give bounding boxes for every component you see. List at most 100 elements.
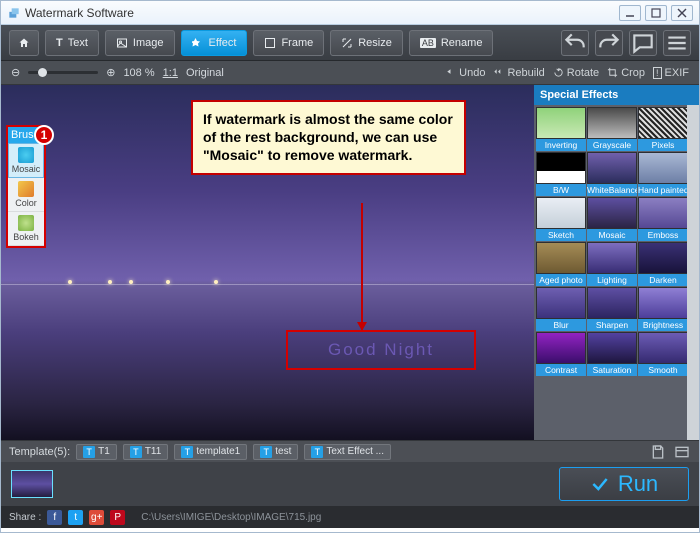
maximize-button[interactable] bbox=[645, 5, 667, 21]
effect-darken[interactable]: Darken bbox=[638, 242, 687, 286]
template-chip[interactable]: Ttest bbox=[253, 444, 298, 460]
effect-mosaic[interactable]: Mosaic bbox=[587, 197, 637, 241]
close-button[interactable] bbox=[671, 5, 693, 21]
effect-whitebalance[interactable]: WhiteBalance bbox=[587, 152, 637, 196]
exif-button[interactable]: !EXIF bbox=[653, 67, 689, 79]
minimize-button[interactable] bbox=[619, 5, 641, 21]
rebuild-button[interactable]: Rebuild bbox=[493, 67, 544, 79]
feedback-button[interactable] bbox=[629, 30, 657, 56]
window-title: Watermark Software bbox=[25, 6, 134, 20]
effect-thumb bbox=[587, 197, 637, 229]
menu-button[interactable] bbox=[663, 30, 691, 56]
effect-thumb bbox=[587, 242, 637, 274]
share-label: Share : bbox=[9, 512, 41, 523]
effect-label: Aged photo bbox=[536, 274, 586, 286]
effect-thumb bbox=[638, 332, 687, 364]
effect-label: Darken bbox=[638, 274, 687, 286]
brush-panel-header: Brus 1 bbox=[8, 127, 44, 143]
effect-sketch[interactable]: Sketch bbox=[536, 197, 586, 241]
effect-label: Brightness bbox=[638, 319, 687, 331]
effect-label: Emboss bbox=[638, 229, 687, 241]
home-button[interactable] bbox=[9, 30, 39, 56]
zoom-ratio[interactable]: 1:1 bbox=[163, 67, 178, 79]
effect-tab[interactable]: Effect bbox=[181, 30, 248, 56]
annotation-arrow bbox=[361, 203, 363, 330]
effects-scrollbar[interactable] bbox=[687, 105, 699, 440]
template-label: Template(5): bbox=[9, 446, 70, 458]
zoom-original[interactable]: Original bbox=[186, 67, 224, 79]
history-undo-button[interactable] bbox=[561, 30, 589, 56]
frame-tab[interactable]: Frame bbox=[253, 30, 324, 56]
brush-panel: Brus 1 Mosaic Color Bokeh bbox=[6, 125, 46, 248]
effect-smooth[interactable]: Smooth bbox=[638, 332, 687, 376]
rotate-button[interactable]: Rotate bbox=[553, 67, 599, 79]
zoom-slider[interactable] bbox=[28, 71, 98, 74]
history-redo-button[interactable] bbox=[595, 30, 623, 56]
effect-label: Sketch bbox=[536, 229, 586, 241]
effect-label: Hand painted bbox=[638, 184, 687, 196]
effect-emboss[interactable]: Emboss bbox=[638, 197, 687, 241]
brush-bokeh-button[interactable]: Bokeh bbox=[8, 212, 44, 246]
effect-label: Inverting bbox=[536, 139, 586, 151]
window-titlebar: Watermark Software bbox=[1, 1, 699, 25]
effect-thumb bbox=[587, 287, 637, 319]
canvas[interactable]: Good Night If watermark is almost the sa… bbox=[1, 85, 534, 440]
resize-tab[interactable]: Resize bbox=[330, 30, 403, 56]
effect-grayscale[interactable]: Grayscale bbox=[587, 107, 637, 151]
effect-thumb bbox=[536, 287, 586, 319]
googleplus-icon[interactable]: g+ bbox=[89, 510, 104, 525]
zoom-in-icon[interactable]: ⊕ bbox=[106, 66, 115, 79]
file-path: C:\Users\IMIGE\Desktop\IMAGE\715.jpg bbox=[141, 512, 321, 523]
effect-pixels[interactable]: Pixels bbox=[638, 107, 687, 151]
share-bar: Share : f t g+ P C:\Users\IMIGE\Desktop\… bbox=[1, 506, 699, 528]
twitter-icon[interactable]: t bbox=[68, 510, 83, 525]
pinterest-icon[interactable]: P bbox=[110, 510, 125, 525]
template-chip[interactable]: TT1 bbox=[76, 444, 117, 460]
effect-label: Contrast bbox=[536, 364, 586, 376]
effect-brightness[interactable]: Brightness bbox=[638, 287, 687, 331]
effect-saturation[interactable]: Saturation bbox=[587, 332, 637, 376]
effect-thumb bbox=[536, 107, 586, 139]
manage-template-icon[interactable] bbox=[673, 444, 691, 460]
run-strip: Run bbox=[1, 462, 699, 506]
zoom-percent: 108 % bbox=[123, 67, 154, 79]
rename-tab[interactable]: ABRename bbox=[409, 30, 494, 56]
effect-thumb bbox=[638, 197, 687, 229]
effect-b/w[interactable]: B/W bbox=[536, 152, 586, 196]
effect-thumb bbox=[587, 152, 637, 184]
effect-thumb bbox=[638, 107, 687, 139]
effect-hand-painted[interactable]: Hand painted bbox=[638, 152, 687, 196]
effect-thumb bbox=[638, 152, 687, 184]
template-chip[interactable]: TT11 bbox=[123, 444, 169, 460]
effect-blur[interactable]: Blur bbox=[536, 287, 586, 331]
template-chip[interactable]: Ttemplate1 bbox=[174, 444, 247, 460]
effect-sharpen[interactable]: Sharpen bbox=[587, 287, 637, 331]
text-tab[interactable]: TText bbox=[45, 30, 99, 56]
template-icon: T bbox=[83, 446, 95, 458]
effect-label: Mosaic bbox=[587, 229, 637, 241]
effect-thumb bbox=[587, 107, 637, 139]
image-tab[interactable]: Image bbox=[105, 30, 175, 56]
undo-button[interactable]: Undo bbox=[445, 67, 485, 79]
effect-thumb bbox=[536, 197, 586, 229]
effect-label: Pixels bbox=[638, 139, 687, 151]
effect-aged-photo[interactable]: Aged photo bbox=[536, 242, 586, 286]
crop-button[interactable]: Crop bbox=[607, 67, 645, 79]
facebook-icon[interactable]: f bbox=[47, 510, 62, 525]
effect-label: Grayscale bbox=[587, 139, 637, 151]
template-chip[interactable]: TText Effect ... bbox=[304, 444, 391, 460]
brush-color-button[interactable]: Color bbox=[8, 178, 44, 212]
effect-contrast[interactable]: Contrast bbox=[536, 332, 586, 376]
effect-label: Lighting bbox=[587, 274, 637, 286]
template-icon: T bbox=[311, 446, 323, 458]
zoom-out-icon[interactable]: ⊖ bbox=[11, 66, 20, 79]
template-bar: Template(5): TT1 TT11 Ttemplate1 Ttest TText… bbox=[1, 440, 699, 462]
save-template-icon[interactable] bbox=[649, 444, 667, 460]
brush-mosaic-button[interactable]: Mosaic bbox=[8, 143, 44, 178]
effect-thumb bbox=[638, 242, 687, 274]
effect-lighting[interactable]: Lighting bbox=[587, 242, 637, 286]
effect-inverting[interactable]: Inverting bbox=[536, 107, 586, 151]
annotation-callout: If watermark is almost the same color of… bbox=[191, 100, 466, 175]
selected-template-thumb[interactable] bbox=[11, 470, 53, 498]
run-button[interactable]: Run bbox=[559, 467, 689, 501]
